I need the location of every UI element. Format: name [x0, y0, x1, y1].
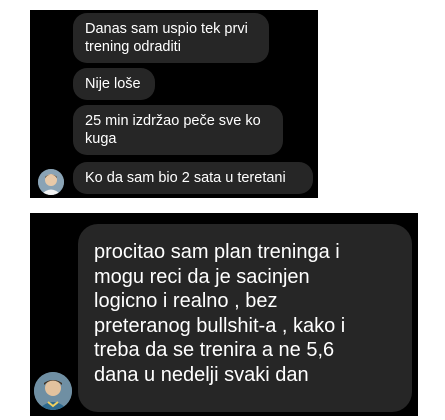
message-line: preteranog bullshit-a , kako i: [94, 314, 346, 337]
message-line: mogu reci da je sacinjen: [94, 265, 310, 288]
message-bubble[interactable]: Nije loše: [73, 68, 155, 100]
message-line: procitao sam plan treninga i: [94, 241, 340, 263]
user-avatar-icon[interactable]: [38, 169, 64, 195]
message-bubble[interactable]: Danas sam uspio tek prvi trening odradit…: [73, 13, 269, 63]
message-bubble[interactable]: procitao sam plan treninga i mogu reci d…: [78, 224, 412, 412]
message-line: treba da se trenira a ne 5,6: [94, 339, 335, 361]
chat-screenshot-1: Danas sam uspio tek prvi trening odradit…: [30, 10, 318, 198]
message-line: dana u nedelji svaki dan: [94, 363, 309, 386]
message-bubble[interactable]: 25 min izdržao peče sve ko kuga: [73, 105, 283, 155]
user-avatar-icon[interactable]: [34, 372, 72, 410]
message-line: Nije loše: [85, 76, 141, 92]
message-line: kuga: [85, 131, 117, 147]
message-line: Ko da sam bio 2 sata u teretani: [85, 170, 286, 186]
message-line: logicno i realno , bez: [94, 290, 278, 312]
chat-screenshot-2: procitao sam plan treninga i mogu reci d…: [30, 213, 418, 416]
message-line: Danas sam uspio tek prvi: [85, 21, 248, 37]
message-line: 25 min izdržao peče sve ko: [85, 113, 261, 129]
message-bubble[interactable]: Ko da sam bio 2 sata u teretani: [73, 162, 313, 194]
message-line: trening odraditi: [85, 39, 181, 55]
